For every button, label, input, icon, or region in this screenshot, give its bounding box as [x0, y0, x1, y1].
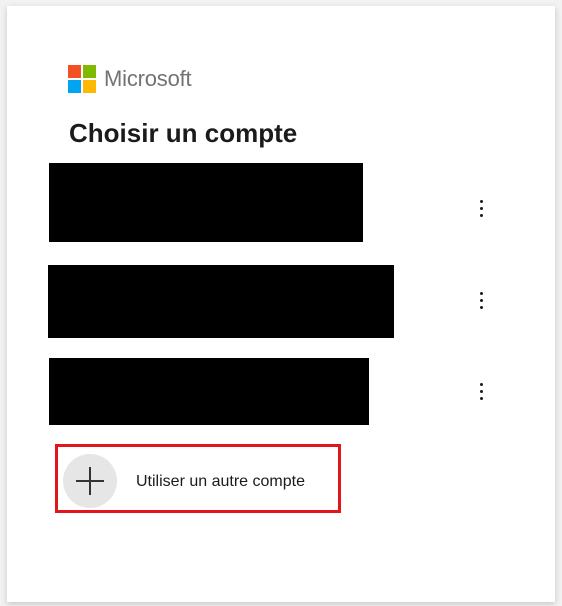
page-title: Choisir un compte — [69, 118, 298, 148]
account-1-more-options-button[interactable] — [471, 194, 491, 222]
use-another-account-button[interactable]: Utiliser un autre compte — [55, 444, 341, 513]
redacted-account-info — [49, 163, 363, 242]
account-tile-2[interactable] — [47, 261, 517, 341]
dot — [479, 213, 483, 217]
logo-square-yellow — [83, 80, 96, 93]
redacted-account-info — [49, 358, 369, 425]
use-another-account-label: Utiliser un autre compte — [136, 473, 305, 490]
account-2-more-options-button[interactable] — [471, 286, 491, 314]
logo-square-blue — [68, 80, 81, 93]
account-3-more-options-button[interactable] — [471, 377, 491, 405]
logo-square-red — [68, 65, 81, 78]
dot — [479, 396, 483, 400]
dot — [479, 382, 483, 386]
microsoft-logo-icon — [68, 65, 96, 93]
dot — [479, 298, 483, 302]
brand-name: Microsoft — [104, 66, 192, 91]
dot — [479, 199, 483, 203]
redacted-account-info — [48, 265, 394, 338]
dot — [479, 291, 483, 295]
dot — [479, 206, 483, 210]
plus-icon — [63, 454, 117, 508]
account-tile-3[interactable] — [47, 354, 517, 434]
microsoft-logo: Microsoft — [68, 65, 192, 93]
dot — [479, 389, 483, 393]
account-tile-1[interactable] — [47, 161, 517, 242]
dot — [479, 305, 483, 309]
logo-square-green — [83, 65, 96, 78]
